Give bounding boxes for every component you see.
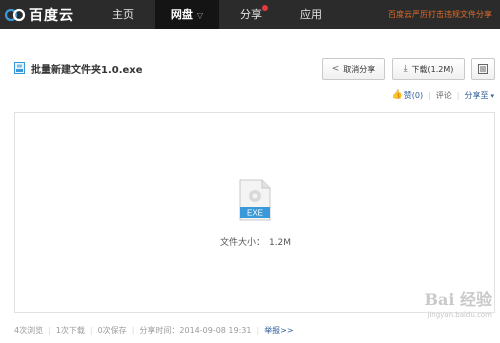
download-label: 下载(1.2M) (411, 64, 454, 74)
baidu-jingyan-watermark: Bai 经验 jingyan.baidu.com (424, 286, 492, 319)
divider: | (48, 325, 51, 335)
share-to-label: 分享至 (464, 90, 489, 100)
nav-tab-apps[interactable]: 应用 (287, 0, 335, 29)
cloud-logo-icon (4, 8, 26, 21)
logo-text: 百度云 (29, 7, 74, 24)
view-count: 4次浏览 (14, 325, 44, 335)
file-size-info: 文件大小： 1.2M (15, 235, 496, 248)
share-time: 分享时间：2014-09-08 19:31 (139, 325, 252, 335)
notification-dot-icon (262, 5, 268, 11)
share-to-dropdown[interactable]: 分享至 ▾ (464, 90, 494, 101)
chevron-down-icon: ▽ (196, 11, 204, 20)
watermark-logo-text: Bai 经验 (424, 290, 492, 309)
file-preview-panel: EXE 文件大小： 1.2M (14, 112, 495, 313)
save-count: 0次保存 (97, 325, 127, 335)
promo-link[interactable]: 百度云严厉打击违规文件分享 (388, 0, 492, 29)
file-size-label: 文件大小： (219, 238, 265, 248)
chevron-down-icon: ▾ (490, 91, 494, 100)
nav-tab-netdisk[interactable]: 网盘 ▽ (155, 0, 219, 29)
more-options-button[interactable] (471, 58, 495, 80)
nav-tab-apps-label: 应用 (300, 8, 322, 21)
download-icon: ⤓ (403, 64, 408, 74)
cancel-share-label: 取消分享 (343, 64, 376, 74)
file-type-icon (14, 62, 25, 74)
divider: | (428, 90, 431, 100)
divider: | (456, 90, 460, 100)
nav-tab-home-label: 主页 (112, 8, 134, 21)
baidu-cloud-logo[interactable]: 百度云 (4, 4, 74, 25)
grid-menu-icon (478, 64, 488, 74)
social-actions: 👍 赞(0) | 评论 | 分享至 ▾ (392, 89, 494, 101)
comment-link[interactable]: 评论 (436, 90, 452, 101)
file-header: 批量新建文件夹1.0.exe (14, 60, 143, 76)
watermark-url: jingyan.baidu.com (427, 311, 492, 319)
like-link[interactable]: 赞(0) (404, 90, 423, 101)
divider: | (89, 325, 93, 335)
share-icon: < (331, 64, 340, 74)
file-title: 批量新建文件夹1.0.exe (31, 64, 143, 76)
nav-tab-netdisk-label: 网盘 (170, 8, 193, 21)
report-link[interactable]: 举报>> (264, 325, 293, 336)
file-size-value: 1.2M (268, 238, 292, 248)
divider: | (131, 325, 135, 335)
share-stats: 4次浏览 | 1次下载 | 0次保存 | 分享时间：2014-09-08 19:… (14, 324, 294, 336)
exe-badge-text: EXE (247, 209, 263, 218)
cancel-share-button[interactable]: < 取消分享 (322, 58, 385, 80)
download-button[interactable]: ⤓ 下载(1.2M) (392, 58, 465, 80)
nav-tab-share-label: 分享 (240, 8, 262, 21)
nav-tab-home[interactable]: 主页 (96, 0, 150, 29)
exe-file-icon: EXE (239, 179, 271, 221)
top-nav-bar: 百度云 主页 网盘 ▽ 分享 应用 百度云严厉打击违规文件分享 (0, 0, 500, 29)
download-count: 1次下载 (55, 325, 85, 335)
thumbs-up-icon: 👍 (391, 90, 403, 100)
divider: | (256, 325, 260, 335)
nav-tab-share[interactable]: 分享 (224, 0, 278, 29)
